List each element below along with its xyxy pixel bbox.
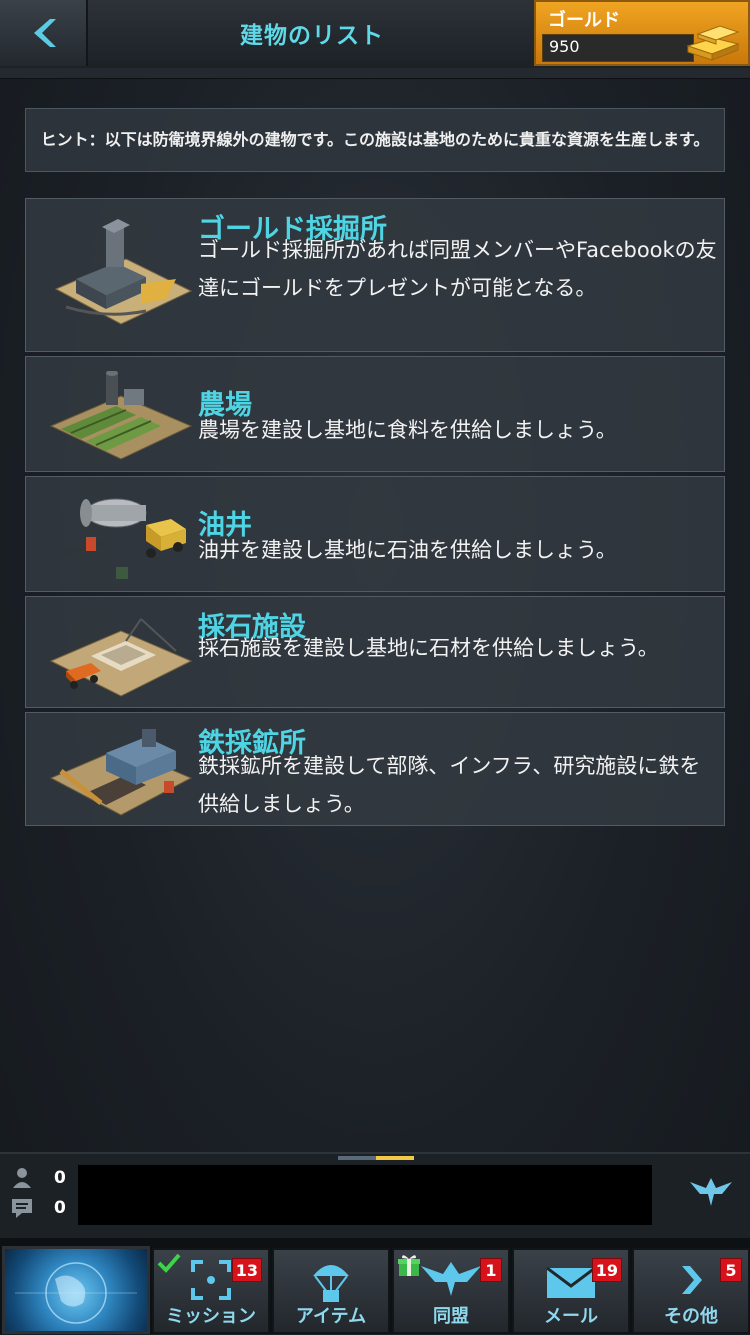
world-map-button[interactable] xyxy=(2,1246,150,1334)
player-icon xyxy=(13,1168,31,1188)
players-count: 0 xyxy=(54,1168,66,1188)
building-desc: 採石施設を建設し基地に石材を供給しましょう。 xyxy=(198,636,659,660)
quarry-icon xyxy=(49,618,193,697)
checkmark-icon xyxy=(157,1253,181,1273)
globe-icon xyxy=(15,1262,137,1324)
message-icon xyxy=(12,1199,32,1218)
farm-icon xyxy=(49,371,193,460)
building-row-farm[interactable]: 農場 農場を建設し基地に食料を供給しましょう。 xyxy=(25,356,725,472)
iron-mine-icon xyxy=(49,729,193,816)
gold-bars-icon xyxy=(686,25,740,61)
chevron-right-icon xyxy=(682,1266,702,1294)
alliance-chat-icon[interactable] xyxy=(688,1174,734,1208)
mail-badge: 19 xyxy=(591,1258,622,1282)
eagle-emblem-icon xyxy=(421,1262,481,1296)
building-row-oil-well[interactable]: 油井 油井を建設し基地に石油を供給しましょう。 xyxy=(25,476,725,592)
building-desc: ゴールド採掘所があれば同盟メンバーやFacebookの友達にゴールドをプレゼント… xyxy=(198,238,717,300)
supply-drop-icon xyxy=(313,1265,349,1302)
gold-label: ゴールド xyxy=(548,10,620,31)
page-indicator xyxy=(338,1156,376,1160)
building-row-quarry[interactable]: 採石施設 採石施設を建設し基地に石材を供給しましょう。 xyxy=(25,596,725,708)
nav-label: ミッション xyxy=(166,1306,256,1327)
gold-value: 950 xyxy=(549,37,580,56)
nav-label: アイテム xyxy=(295,1306,367,1327)
more-badge: 5 xyxy=(720,1258,742,1282)
nav-label: メール xyxy=(544,1306,598,1327)
hint-text: ヒント：以下は防衛境界線外の建物です。この施設は基地のために貴重な資源を生産しま… xyxy=(25,108,725,172)
building-desc: 農場を建設し基地に食料を供給しましょう。 xyxy=(198,418,617,442)
back-button[interactable] xyxy=(0,0,88,66)
crosshair-icon xyxy=(191,1260,231,1300)
nav-more[interactable]: 5 その他 xyxy=(632,1248,750,1334)
building-desc: 鉄採鉱所を建設して部隊、インフラ、研究施設に鉄を供給しましょう。 xyxy=(198,754,701,816)
gold-mine-icon xyxy=(54,219,193,325)
nav-mail[interactable]: 19 メール xyxy=(512,1248,630,1334)
nav-label: その他 xyxy=(664,1306,718,1327)
nav-label: 同盟 xyxy=(433,1306,469,1327)
top-bar-divider xyxy=(0,68,750,79)
building-row-gold-mine[interactable]: ゴールド採掘所 ゴールド採掘所があれば同盟メンバーやFacebookの友達にゴー… xyxy=(25,198,725,352)
nav-items[interactable]: アイテム xyxy=(272,1248,390,1334)
oil-well-icon xyxy=(55,498,186,579)
envelope-icon xyxy=(546,1266,596,1298)
gold-value-box: 950 xyxy=(542,34,694,62)
page-title: 建物のリスト xyxy=(240,23,384,49)
nav-mission[interactable]: 13 ミッション xyxy=(152,1248,270,1334)
page-indicator-active xyxy=(376,1156,414,1160)
back-arrow-icon xyxy=(34,19,56,47)
chat-input[interactable] xyxy=(78,1165,652,1225)
gold-balance[interactable]: ゴールド 950 xyxy=(534,0,750,66)
alliance-badge: 1 xyxy=(480,1258,502,1282)
messages-count: 0 xyxy=(54,1198,66,1218)
mission-badge: 13 xyxy=(231,1258,262,1282)
building-row-iron-mine[interactable]: 鉄採鉱所 鉄採鉱所を建設して部隊、インフラ、研究施設に鉄を供給しましょう。 xyxy=(25,712,725,826)
building-desc: 油井を建設し基地に石油を供給しましょう。 xyxy=(198,538,617,562)
nav-alliance[interactable]: 1 同盟 xyxy=(392,1248,510,1334)
